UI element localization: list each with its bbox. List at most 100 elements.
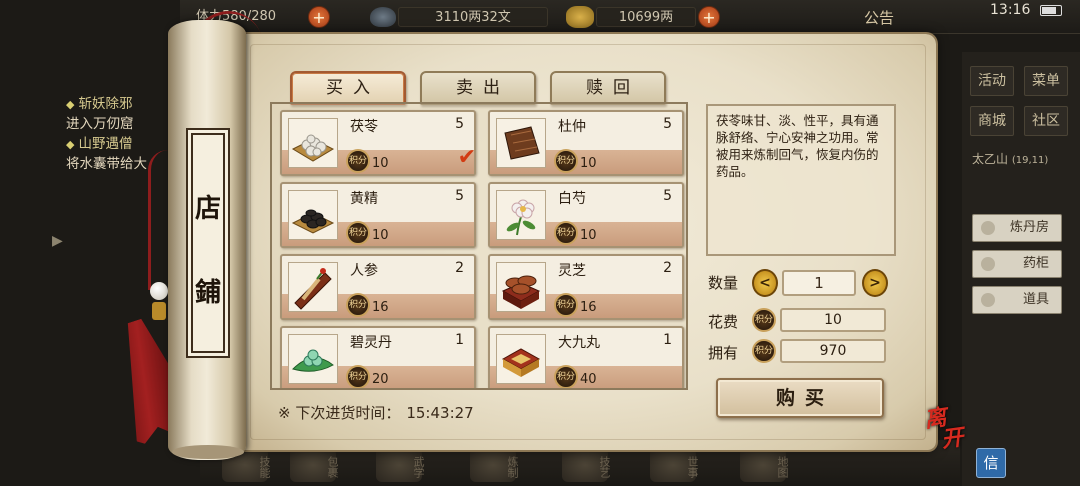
decrease-quantity-button[interactable]: < [752, 269, 778, 297]
renshen-icon [288, 262, 338, 312]
item-name: 大九丸 [558, 335, 600, 351]
points-coin-icon: 积分 [554, 365, 578, 388]
quest-desc-1[interactable]: 进入万仞窟 [66, 112, 134, 132]
quantity-input[interactable]: 1 [782, 270, 856, 296]
item-name: 杜仲 [558, 119, 586, 135]
medicine-cabinet-button[interactable]: 药柜 [972, 250, 1062, 278]
points-coin-icon: 积分 [554, 149, 578, 173]
lingzhi-icon [496, 262, 546, 312]
silver-ingot-icon [370, 7, 396, 27]
gold-bead [152, 302, 166, 320]
item-stock: 5 [663, 116, 672, 132]
shop-item-lingzhi[interactable]: 灵芝 2 积分 16 [488, 254, 684, 320]
scroll-rod-end [172, 445, 244, 459]
shop-item-duzhong[interactable]: 杜仲 5 积分 10 [488, 110, 684, 176]
add-stamina-button[interactable]: + [308, 6, 330, 28]
silver-counter: 3110两32文 [398, 7, 548, 27]
location-name: 太乙山 [972, 152, 1009, 166]
item-description: 茯苓味甘、淡、性平，具有通脉舒络、宁心安神之功用。常被用来炼制回气，恢复内伤的药… [706, 104, 896, 256]
items-icon [981, 293, 995, 307]
quest-title-1[interactable]: ◆ 斩妖除邪 [66, 92, 132, 112]
alchemy-room-label: 炼丹房 [1009, 220, 1049, 235]
item-name: 碧灵丹 [350, 335, 392, 351]
mail-button[interactable]: 信 [976, 448, 1006, 478]
buy-button[interactable]: 购买 [716, 378, 884, 418]
alchemy-room-button[interactable]: 炼丹房 [972, 214, 1062, 242]
points-coin-icon: 积分 [554, 221, 578, 245]
increase-quantity-button[interactable]: > [862, 269, 888, 297]
add-gold-button[interactable]: + [698, 6, 720, 28]
shop-item-bilingdan[interactable]: 碧灵丹 1 积分 20 [280, 326, 476, 388]
bottom-menu-craft[interactable]: 炼制 [470, 448, 519, 482]
quest-diamond-icon: ◆ [66, 98, 75, 111]
quest-title-text: 山野遇僧 [78, 136, 133, 152]
quest-desc-2[interactable]: 将水囊带给大 [66, 152, 147, 172]
item-stock: 5 [455, 116, 464, 132]
announcement-button[interactable]: 公告 [864, 7, 894, 28]
item-price: 16 [580, 300, 597, 315]
item-name: 黄精 [350, 191, 378, 207]
owned-label: 拥有 [708, 344, 739, 362]
alchemy-icon [981, 221, 995, 235]
bottom-menu-events[interactable]: 世事 [650, 448, 699, 482]
restock-time: 15:43:27 [406, 404, 474, 422]
item-price: 10 [372, 228, 389, 243]
bottom-menu-label: 包裹 [326, 456, 339, 478]
restock-label: ※ 下次进货时间： [278, 404, 401, 422]
tab-buy[interactable]: 买入 [290, 71, 406, 105]
huangjing-icon [288, 190, 338, 240]
bottom-menu-arts[interactable]: 技艺 [562, 448, 611, 482]
fuling-icon [288, 118, 338, 168]
points-coin-icon: 积分 [346, 365, 370, 388]
item-grid[interactable]: 茯苓 5 积分 10 ✔ 杜仲 5 积分 10 黄精 5 积分 10 白芍 5 … [270, 102, 688, 390]
shop-item-dajiuwan[interactable]: 大九丸 1 积分 40 [488, 326, 684, 388]
item-price: 40 [580, 372, 597, 387]
cost-value: 10 [780, 308, 886, 332]
item-price: 10 [580, 228, 597, 243]
leave-button[interactable]: 离 开 [923, 403, 975, 455]
gold-counter: 10699两 [596, 7, 696, 27]
item-stock: 1 [455, 332, 464, 348]
points-coin-icon: 积分 [752, 339, 776, 363]
baishao-flower-icon [496, 190, 546, 240]
activity-button[interactable]: 活动 [970, 66, 1014, 96]
points-coin-icon: 积分 [752, 308, 776, 332]
shop-item-baishao[interactable]: 白芍 5 积分 10 [488, 182, 684, 248]
shop-title-char-2: 鋪 [194, 278, 221, 308]
item-stock: 2 [455, 260, 464, 276]
tab-sell[interactable]: 卖出 [420, 71, 536, 105]
tab-redeem[interactable]: 赎回 [550, 71, 666, 105]
gold-ingot-icon [566, 6, 594, 28]
quantity-label: 数量 [708, 274, 739, 292]
item-price: 20 [372, 372, 389, 387]
mall-button[interactable]: 商城 [970, 106, 1014, 136]
shop-item-fuling[interactable]: 茯苓 5 积分 10 ✔ [280, 110, 476, 176]
points-coin-icon: 积分 [346, 293, 370, 317]
owned-value: 970 [780, 339, 886, 363]
item-price: 10 [372, 156, 389, 171]
bottom-menu-bag[interactable]: 包裹 [290, 448, 339, 482]
quest-diamond-icon: ◆ [66, 138, 75, 151]
location-coords: (19,11) [1011, 155, 1049, 166]
duzhong-icon [496, 118, 546, 168]
restock-timer: ※ 下次进货时间： 15:43:27 [278, 402, 474, 423]
bottom-menu-label: 武学 [412, 456, 425, 478]
quest-title-2[interactable]: ◆ 山野遇僧 [66, 132, 132, 152]
item-name: 白芍 [558, 191, 586, 207]
shop-title-char-1: 店 [194, 194, 221, 224]
item-name: 茯苓 [350, 119, 378, 135]
bottom-menu-label: 技艺 [598, 456, 611, 478]
bottom-menu-map[interactable]: 地图 [740, 448, 789, 482]
shop-title-plaque: 店 鋪 [186, 128, 230, 358]
shop-item-huangjing[interactable]: 黄精 5 积分 10 [280, 182, 476, 248]
community-button[interactable]: 社区 [1024, 106, 1068, 136]
battery-icon [1040, 5, 1062, 16]
menu-button[interactable]: 菜单 [1024, 66, 1068, 96]
leave-char-2: 开 [939, 424, 966, 454]
bottom-menu-martial[interactable]: 武学 [376, 448, 425, 482]
item-stock: 5 [455, 188, 464, 204]
shop-item-renshen[interactable]: 人参 2 积分 16 [280, 254, 476, 320]
item-price: 10 [580, 156, 597, 171]
items-button[interactable]: 道具 [972, 286, 1062, 314]
expand-arrow-icon[interactable]: ▶ [52, 233, 66, 251]
